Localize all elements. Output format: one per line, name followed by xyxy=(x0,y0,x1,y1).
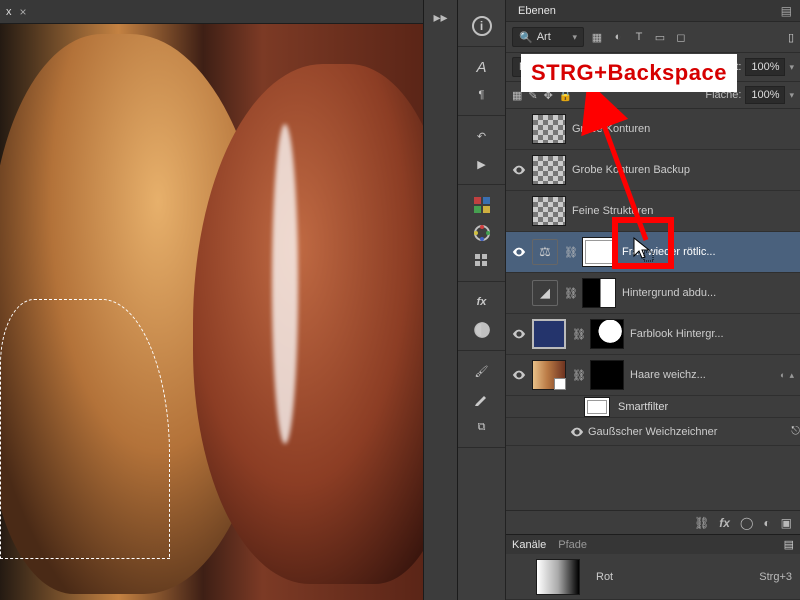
panel-menu-icon[interactable]: ▤ xyxy=(781,4,794,18)
layer-thumbnail[interactable] xyxy=(532,360,566,390)
libraries-panel-icon[interactable] xyxy=(472,251,492,271)
visibility-toggle[interactable] xyxy=(566,425,588,439)
layer-fx-icon[interactable]: fx xyxy=(719,516,730,530)
layer-thumbnail[interactable] xyxy=(532,319,566,349)
paths-tab[interactable]: Pfade xyxy=(558,539,587,551)
filter-search-icon: 🔍 xyxy=(519,31,533,44)
channels-list: Rot Strg+3 xyxy=(506,554,800,600)
filter-settings-icon[interactable]: ⎋ xyxy=(791,425,800,438)
layers-tab[interactable]: Ebenen xyxy=(512,5,562,17)
link-layers-icon[interactable]: ⛓ xyxy=(694,516,709,530)
layer-name[interactable]: Hintergrund abdu... xyxy=(622,287,794,299)
brush-settings-panel-icon[interactable] xyxy=(472,389,492,409)
expand-dock-icon[interactable]: ▸▸ xyxy=(430,6,452,28)
color-panel-icon[interactable] xyxy=(472,223,492,243)
annotation-callout: STRG+Backspace xyxy=(521,54,737,92)
paragraph-panel-icon[interactable]: ¶ xyxy=(472,85,492,105)
new-adjustment-icon[interactable]: ◐ xyxy=(763,516,770,530)
panel-menu-icon[interactable]: ▤ xyxy=(784,538,794,551)
info-panel-icon[interactable]: i xyxy=(472,16,492,36)
adjustments-panel-icon[interactable] xyxy=(472,320,492,340)
smartfilter-item-row[interactable]: Gaußscher Weichzeichner ⎋ xyxy=(506,418,800,446)
channel-shortcut: Strg+3 xyxy=(759,571,792,583)
channel-row[interactable]: Rot Strg+3 xyxy=(506,554,800,600)
opacity-scrubber-icon[interactable]: ▾ xyxy=(789,62,794,73)
panel-header: Ebenen ▤ xyxy=(506,0,800,22)
layer-row[interactable]: ⛓ Farblook Hintergr... xyxy=(506,314,800,355)
swatches-panel-icon[interactable] xyxy=(472,195,492,215)
filter-shape-icon[interactable]: ▭ xyxy=(653,31,667,44)
channels-panel-header: Kanäle Pfade ▤ xyxy=(506,534,800,554)
filter-smart-icon[interactable]: ◻ xyxy=(674,31,688,44)
filter-type-icons: ▦ ◐ T ▭ ◻ xyxy=(590,31,688,44)
layers-panel: Ebenen ▤ 🔍Art ▾ ▦ ◐ T ▭ ◻ ▯ Normal▾ Deck… xyxy=(506,0,800,600)
document-area: x × xyxy=(0,0,423,600)
brushes-panel-icon[interactable]: 🖌 xyxy=(472,361,492,381)
fill-input[interactable] xyxy=(745,86,785,104)
document-tab-title: x xyxy=(6,6,12,18)
layer-name[interactable]: Farblook Hintergr... xyxy=(630,328,794,340)
fill-scrubber-icon[interactable]: ▾ xyxy=(789,90,794,101)
canvas-image xyxy=(0,24,423,600)
filter-adjustment-icon[interactable]: ◐ xyxy=(611,31,625,44)
canvas[interactable] xyxy=(0,24,423,600)
channel-name[interactable]: Rot xyxy=(596,571,613,583)
channel-thumbnail[interactable] xyxy=(536,559,580,595)
panel-dock-collapsed-narrow: ▸▸ xyxy=(423,0,458,600)
visibility-toggle[interactable] xyxy=(506,368,532,382)
mask-link-icon[interactable]: ⛓ xyxy=(572,369,586,382)
clone-source-panel-icon[interactable]: ⧉ xyxy=(472,417,492,437)
filter-kind-select[interactable]: 🔍Art ▾ xyxy=(512,27,584,47)
layer-name[interactable]: Haare weichz... xyxy=(630,369,776,381)
history-panel-icon[interactable]: ↶ xyxy=(472,126,492,146)
document-tab-bar: x × xyxy=(0,0,423,24)
visibility-toggle[interactable] xyxy=(506,245,532,259)
layer-mask-thumbnail[interactable] xyxy=(590,360,624,390)
document-tab[interactable]: x × xyxy=(6,5,27,19)
adjustment-balance-icon[interactable]: ⚖ xyxy=(532,239,558,265)
smartfilter-label-row[interactable]: Smartfilter xyxy=(506,396,800,418)
annotation-arrow xyxy=(561,80,681,250)
layer-mask-thumbnail[interactable] xyxy=(582,278,616,308)
close-tab-icon[interactable]: × xyxy=(20,5,27,19)
layer-row[interactable]: ◢ ⛓ Hintergrund abdu... xyxy=(506,273,800,314)
opacity-input[interactable] xyxy=(745,58,785,76)
character-panel-icon[interactable]: A xyxy=(472,57,492,77)
layer-filter-row: 🔍Art ▾ ▦ ◐ T ▭ ◻ ▯ xyxy=(506,22,800,53)
mask-link-icon[interactable]: ⛓ xyxy=(564,287,578,300)
actions-panel-icon[interactable]: ▶ xyxy=(472,154,492,174)
effects-toggle-icon[interactable]: ◐ xyxy=(780,370,785,380)
add-mask-icon[interactable]: ◯ xyxy=(740,516,753,530)
visibility-toggle[interactable] xyxy=(506,327,532,341)
panel-dock-collapsed: i A ¶ ↶ ▶ fx 🖌 ⧉ xyxy=(458,0,506,600)
layer-row[interactable]: ⛓ Haare weichz... ◐ ▴ xyxy=(506,355,800,396)
visibility-toggle[interactable] xyxy=(506,163,532,177)
layers-footer: ⛓ fx ◯ ◐ ▣ xyxy=(506,510,800,534)
mask-link-icon[interactable]: ⛓ xyxy=(572,328,586,341)
new-group-icon[interactable]: ▣ xyxy=(781,516,792,530)
collapse-icon[interactable]: ▴ xyxy=(789,370,794,381)
styles-panel-icon[interactable]: fx xyxy=(472,292,492,312)
adjustment-levels-icon[interactable]: ◢ xyxy=(532,280,558,306)
filter-toggle-switch[interactable]: ▯ xyxy=(788,31,794,44)
layer-mask-thumbnail[interactable] xyxy=(590,319,624,349)
channels-tab[interactable]: Kanäle xyxy=(512,539,546,551)
filter-type-icon[interactable]: T xyxy=(632,31,646,44)
filter-pixel-icon[interactable]: ▦ xyxy=(590,31,604,44)
